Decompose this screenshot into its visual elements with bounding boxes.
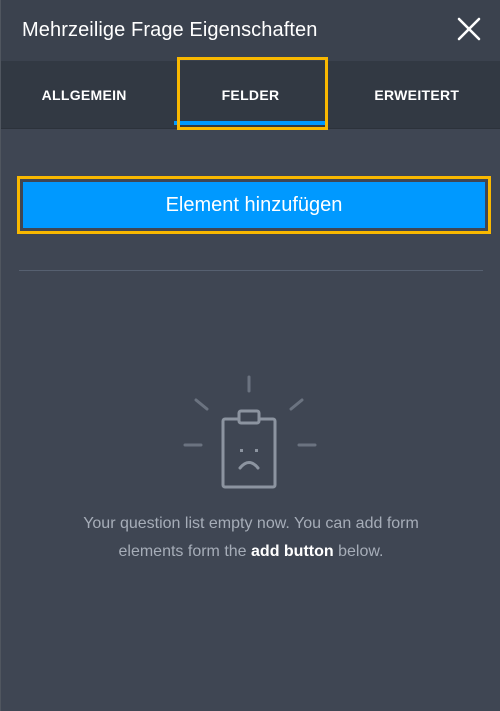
empty-state-message: Your question list empty now. You can ad… — [81, 510, 421, 566]
active-tab-indicator — [174, 121, 327, 125]
add-button-highlight-frame: Element hinzufügen — [17, 176, 491, 234]
tab-felder[interactable]: FELDER — [167, 61, 333, 128]
divider — [19, 270, 483, 271]
tab-erweitert[interactable]: ERWEITERT — [334, 61, 500, 128]
tab-bar: ALLGEMEIN FELDER ERWEITERT — [1, 61, 500, 129]
tab-label: ERWEITERT — [374, 86, 460, 103]
tab-label: ALLGEMEIN — [41, 86, 127, 103]
empty-text-bold: add button — [251, 543, 334, 560]
panel-title: Mehrzeilige Frage Eigenschaften — [22, 19, 318, 41]
sad-clipboard-icon — [183, 375, 317, 489]
tab-label: FELDER — [221, 86, 280, 103]
panel-header: Mehrzeilige Frage Eigenschaften — [1, 0, 500, 61]
add-element-button[interactable]: Element hinzufügen — [23, 182, 485, 228]
empty-state-illustration — [181, 373, 321, 498]
properties-panel: Mehrzeilige Frage Eigenschaften ALLGEMEI… — [0, 0, 500, 711]
empty-text-part2: below. — [338, 543, 384, 560]
close-button[interactable] — [454, 14, 484, 44]
tab-allgemein[interactable]: ALLGEMEIN — [1, 61, 167, 128]
close-icon — [457, 17, 481, 41]
